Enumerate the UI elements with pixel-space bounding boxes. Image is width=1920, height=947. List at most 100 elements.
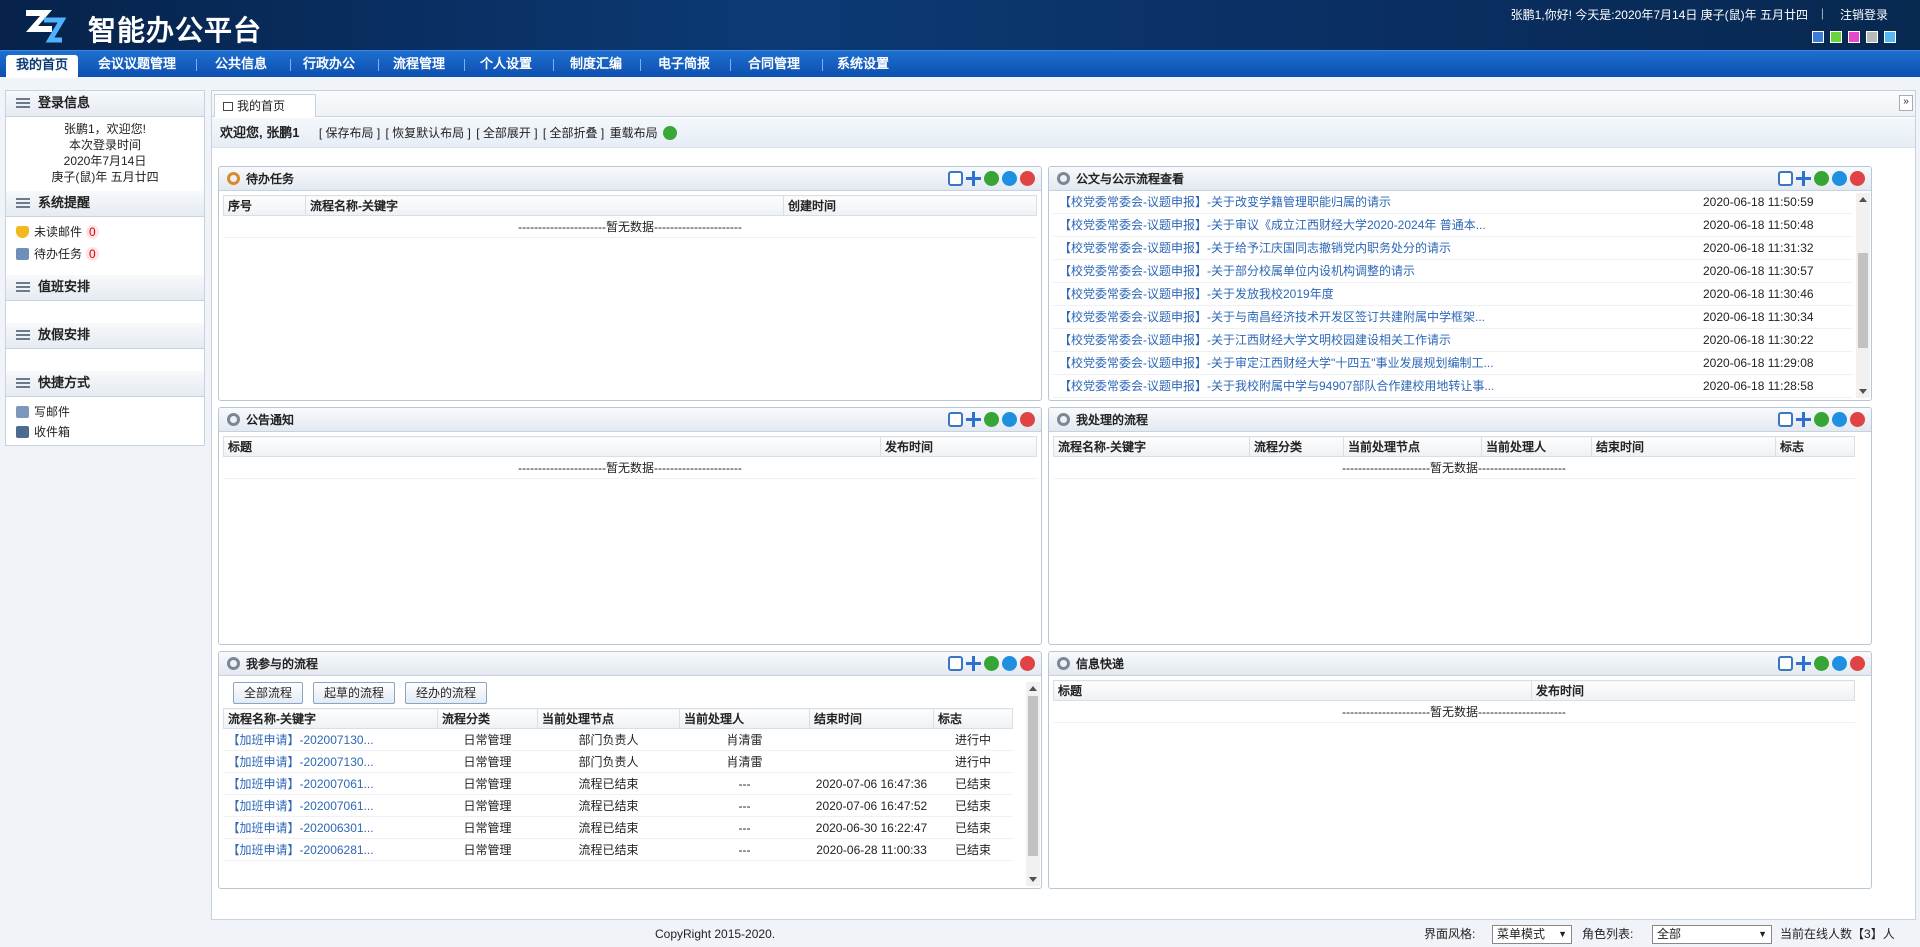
doc-title-link[interactable]: 【校党委常委会-议题申报】-关于审议《成立江西财经大学2020-2024年 普通… [1053, 214, 1703, 236]
doc-title-link[interactable]: 【校党委常委会-议题申报】-关于给予江庆国同志撤销党内职务处分的请示 [1053, 237, 1703, 259]
close-icon[interactable] [1020, 412, 1035, 427]
maximize-icon[interactable] [948, 171, 963, 186]
scroll-thumb[interactable] [1858, 253, 1868, 348]
reload-layout-link[interactable]: 重载布局 [610, 126, 658, 140]
col-header[interactable]: 序号 [223, 195, 306, 216]
doc-title-link[interactable]: 【校党委常委会-议题申报】-关于审定江西财经大学"十四五"事业发展规划编制工..… [1053, 352, 1703, 374]
doc-title-link[interactable]: 【校党委常委会-议题申报】-关于改变学籍管理职能归属的请示 [1053, 191, 1703, 213]
col-header[interactable]: 流程分类 [437, 708, 538, 729]
refresh-icon[interactable] [662, 126, 677, 140]
close-icon[interactable] [1020, 656, 1035, 671]
save-layout-link[interactable]: [ 保存布局 ] [319, 126, 380, 140]
scroll-down-arrow[interactable] [1859, 389, 1867, 394]
refresh-icon[interactable] [1814, 412, 1829, 427]
col-header[interactable]: 发布时间 [1531, 680, 1855, 701]
holiday-header[interactable]: 放假安排 [6, 323, 204, 349]
docs-scrollbar[interactable] [1856, 193, 1870, 398]
expand-all-link[interactable]: [ 全部展开 ] [476, 126, 537, 140]
maximize-icon[interactable] [1778, 412, 1793, 427]
write-mail-shortcut[interactable]: 写邮件 [6, 401, 204, 421]
doc-title-link[interactable]: 【校党委常委会-议题申报】-关于我校附属中学与94907部队合作建校用地转让事.… [1053, 375, 1703, 397]
nav-item-admin[interactable]: 行政办公 [293, 54, 365, 76]
collapse-icon[interactable] [1832, 656, 1847, 671]
doc-title-link[interactable]: 【校党委常委会-议题申报】-关于与南昌经济技术开发区签订共建附属中学框架... [1053, 306, 1703, 328]
duty-header[interactable]: 值班安排 [6, 275, 204, 301]
flow-link[interactable]: 【加班申请】-202006281... [223, 838, 438, 861]
unread-mail-item[interactable]: 未读邮件 0 [6, 221, 204, 243]
flow-link[interactable]: 【加班申请】-202007061... [223, 794, 438, 817]
col-header[interactable]: 发布时间 [880, 436, 1037, 457]
nav-item-meeting[interactable]: 会议议题管理 [88, 54, 186, 76]
maximize-icon[interactable] [948, 656, 963, 671]
todo-task-item[interactable]: 待办任务 0 [6, 243, 204, 265]
login-info-header[interactable]: 登录信息 [6, 91, 204, 117]
logout-link[interactable]: 注销登录 [1840, 6, 1888, 23]
refresh-icon[interactable] [984, 412, 999, 427]
doc-title-link[interactable]: 【校党委常委会-议题申报】-关于江西财经大学文明校园建设相关工作请示 [1053, 329, 1703, 351]
refresh-icon[interactable] [1814, 656, 1829, 671]
col-header[interactable]: 创建时间 [783, 195, 1037, 216]
move-icon[interactable] [1796, 656, 1811, 671]
col-header[interactable]: 当前处理节点 [1343, 436, 1482, 457]
role-select[interactable]: 全部 ▼ [1652, 925, 1772, 944]
nav-item-workflow[interactable]: 流程管理 [383, 54, 455, 76]
close-icon[interactable] [1850, 171, 1865, 186]
col-header[interactable]: 标题 [1053, 680, 1532, 701]
collapse-icon[interactable] [1832, 171, 1847, 186]
close-icon[interactable] [1850, 412, 1865, 427]
refresh-icon[interactable] [984, 171, 999, 186]
collapse-icon[interactable] [1832, 412, 1847, 427]
col-header[interactable]: 流程名称-关键字 [1053, 436, 1250, 457]
reminder-header[interactable]: 系统提醒 [6, 191, 204, 217]
nav-item-briefing[interactable]: 电子简报 [648, 54, 720, 76]
nav-item-public-info[interactable]: 公共信息 [205, 54, 277, 76]
move-icon[interactable] [966, 656, 981, 671]
theme-swatch-pink[interactable] [1848, 31, 1860, 43]
flow-link[interactable]: 【加班申请】-202007130... [223, 728, 438, 751]
nav-item-personal[interactable]: 个人设置 [470, 54, 542, 76]
theme-swatch-green[interactable] [1830, 31, 1842, 43]
col-header[interactable]: 流程分类 [1249, 436, 1344, 457]
theme-swatch-lightblue[interactable] [1884, 31, 1896, 43]
move-icon[interactable] [1796, 412, 1811, 427]
collapse-header-button[interactable]: » [1899, 95, 1913, 111]
theme-swatch-blue[interactable] [1812, 31, 1824, 43]
restore-layout-link[interactable]: [ 恢复默认布局 ] [386, 126, 471, 140]
move-icon[interactable] [966, 412, 981, 427]
col-header[interactable]: 标志 [933, 708, 1013, 729]
collapse-icon[interactable] [1002, 412, 1017, 427]
inbox-shortcut[interactable]: 收件箱 [6, 421, 204, 441]
nav-item-regulations[interactable]: 制度汇编 [560, 54, 632, 76]
close-icon[interactable] [1850, 656, 1865, 671]
close-icon[interactable] [1020, 171, 1035, 186]
nav-item-contracts[interactable]: 合同管理 [738, 54, 810, 76]
nav-item-home[interactable]: 我的首页 [6, 55, 79, 78]
scroll-thumb[interactable] [1028, 696, 1038, 856]
shortcut-header[interactable]: 快捷方式 [6, 371, 204, 397]
move-icon[interactable] [966, 171, 981, 186]
scroll-down-arrow[interactable] [1029, 877, 1037, 882]
move-icon[interactable] [1796, 171, 1811, 186]
maximize-icon[interactable] [1778, 656, 1793, 671]
involved-scrollbar[interactable] [1026, 682, 1040, 886]
collapse-all-link[interactable]: [ 全部折叠 ] [543, 126, 604, 140]
flow-link[interactable]: 【加班申请】-202007061... [223, 772, 438, 795]
col-header[interactable]: 当前处理人 [679, 708, 810, 729]
col-header[interactable]: 流程名称-关键字 [305, 195, 784, 216]
col-header[interactable]: 标题 [223, 436, 881, 457]
tab-home[interactable]: 我的首页 [214, 94, 317, 117]
col-header[interactable]: 当前处理人 [1481, 436, 1592, 457]
doc-title-link[interactable]: 【校党委常委会-议题申报】-关于发放我校2019年度 [1053, 283, 1703, 305]
all-flows-button[interactable]: 全部流程 [233, 682, 304, 704]
style-select[interactable]: 菜单模式 ▼ [1492, 925, 1572, 944]
doc-title-link[interactable]: 【校党委常委会-议题申报】-关于部分校属单位内设机构调整的请示 [1053, 260, 1703, 282]
col-header[interactable]: 结束时间 [809, 708, 934, 729]
col-header[interactable]: 标志 [1775, 436, 1855, 457]
flow-link[interactable]: 【加班申请】-202007130... [223, 750, 438, 773]
refresh-icon[interactable] [1814, 171, 1829, 186]
refresh-icon[interactable] [984, 656, 999, 671]
theme-swatch-gray[interactable] [1866, 31, 1878, 43]
col-header[interactable]: 当前处理节点 [537, 708, 680, 729]
maximize-icon[interactable] [1778, 171, 1793, 186]
handled-flows-button[interactable]: 经办的流程 [405, 682, 488, 704]
